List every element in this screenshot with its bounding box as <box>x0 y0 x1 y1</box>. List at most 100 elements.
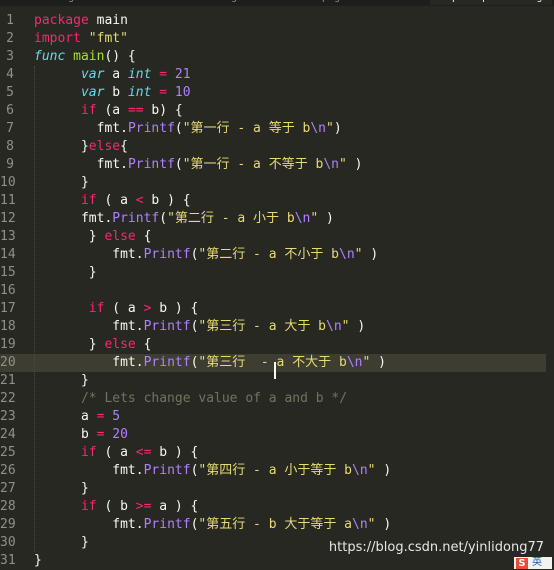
code-token: 5 <box>112 409 121 424</box>
ime-indicator[interactable]: S 英 <box>514 557 552 569</box>
code-token: Printf <box>112 211 160 226</box>
code-text: } <box>34 264 97 282</box>
code-line[interactable]: 28 if ( b >= a ) { <box>0 498 554 516</box>
code-token: = <box>159 85 168 100</box>
code-token: >= <box>135 499 152 514</box>
code-text: if ( a <= b ) { <box>34 444 198 462</box>
line-number: 4 <box>6 67 14 82</box>
line-number: 27 <box>0 481 16 496</box>
code-token: if <box>80 445 97 460</box>
code-token: fmt. <box>34 211 113 226</box>
code-line[interactable]: 18 fmt.Printf("第三行 - a 大于 b\n" ) <box>0 318 554 336</box>
code-line[interactable]: 6 if (a == b) { <box>0 102 554 120</box>
code-text: if ( a > b ) { <box>34 300 199 318</box>
code-token: int <box>127 67 152 82</box>
code-line[interactable]: 26 fmt.Printf("第四行 - a 小于等于 b\n" ) <box>0 462 554 480</box>
code-text: } <box>34 372 89 390</box>
code-text: func main() { <box>34 48 136 66</box>
tab-3[interactable]: loop.go <box>300 0 350 5</box>
code-line[interactable]: 12 fmt.Printf("第二行 - a 小于 b\n" ) <box>0 210 554 228</box>
code-line[interactable]: 8 }else{ <box>0 138 554 156</box>
line-number: 17 <box>0 301 16 316</box>
code-token: " <box>367 463 376 478</box>
code-line[interactable]: 5 var b int = 10 <box>0 84 554 102</box>
code-token: "第一行 - a 等于 b <box>182 121 311 136</box>
code-token: else <box>104 229 136 244</box>
code-token: } <box>34 337 105 352</box>
line-number: 15 <box>0 265 16 280</box>
code-token: Printf <box>127 157 175 172</box>
code-line[interactable]: 10 } <box>0 174 554 192</box>
code-text: fmt.Printf("第二行 - a 不小于 b\n" ) <box>34 246 378 264</box>
code-line[interactable]: 24 b = 20 <box>0 426 554 444</box>
code-line[interactable]: 22 /* Lets change value of a and b */ <box>0 390 554 408</box>
code-token: b) { <box>143 103 183 118</box>
code-token: Printf <box>143 517 191 532</box>
code-token: 10 <box>174 85 191 100</box>
text-cursor <box>274 362 276 379</box>
code-token: } <box>34 481 89 496</box>
code-line[interactable]: 14 fmt.Printf("第二行 - a 不小于 b\n" ) <box>0 246 554 264</box>
code-token: Printf <box>143 319 191 334</box>
code-token: b ) { <box>143 193 191 208</box>
code-token: \n <box>294 211 311 226</box>
code-line[interactable]: 21 } <box>0 372 554 390</box>
code-token: Printf <box>143 463 191 478</box>
tab-1[interactable]: if3.go <box>40 0 84 5</box>
code-token: \n <box>352 463 368 478</box>
code-line[interactable]: 11 if ( a < b ) { <box>0 192 554 210</box>
code-token: <= <box>135 445 152 460</box>
code-token: ( <box>174 121 183 136</box>
code-token: else <box>88 139 121 154</box>
code-line[interactable]: 20 fmt.Printf("第三行 - a 不大于 b\n" ) <box>0 354 554 372</box>
code-token: else <box>104 337 136 352</box>
code-line[interactable]: 2 import "fmt" <box>0 30 554 48</box>
code-token: package <box>34 13 89 28</box>
line-number: 10 <box>0 175 16 190</box>
code-token: /* Lets change value of a and b */ <box>80 391 348 406</box>
code-line[interactable]: 9 fmt.Printf("第一行 - a 不等于 b\n" ) <box>0 156 554 174</box>
code-line[interactable]: 4 var a int = 21 <box>0 66 554 84</box>
scrollbar[interactable] <box>546 12 554 552</box>
code-line[interactable]: 13 } else { <box>0 228 554 246</box>
code-line[interactable]: 16 <box>0 282 554 300</box>
code-text: if ( b >= a ) { <box>34 498 198 516</box>
code-token: 20 <box>112 427 128 442</box>
code-text: fmt.Printf("第一行 - a 等于 b\n") <box>34 120 342 138</box>
tab-2[interactable]: switch.go <box>185 0 247 5</box>
code-token: "第五行 - b 大于等于 a <box>198 517 353 532</box>
code-line[interactable]: 27 } <box>0 480 554 498</box>
code-text: fmt.Printf("第三行 - a 大于 b\n" ) <box>34 318 365 336</box>
code-token: " <box>341 319 350 334</box>
code-line[interactable]: 15 } <box>0 264 554 282</box>
code-line[interactable]: 3 func main() { <box>0 48 554 66</box>
code-line[interactable]: 17 if ( a > b ) { <box>0 300 554 318</box>
code-editor[interactable]: 1 package main 2 import "fmt" 3 func main() {… <box>0 12 554 569</box>
line-number: 22 <box>0 391 16 406</box>
code-line[interactable]: 19 } else { <box>0 336 554 354</box>
code-line[interactable]: 25 if ( a <= b ) { <box>0 444 554 462</box>
code-token: { <box>135 337 152 352</box>
code-text: /* Lets change value of a and b */ <box>34 390 347 408</box>
sogou-icon: S <box>516 558 528 569</box>
code-line[interactable]: 1 package main <box>0 12 554 30</box>
code-text: } <box>34 552 42 570</box>
tab-4[interactable]: compareOpsIntFmt.go <box>430 0 553 5</box>
code-token: b <box>34 427 97 442</box>
code-token: \n <box>310 121 327 136</box>
code-token: "第二行 - a 不小于 b <box>198 247 340 262</box>
code-line[interactable]: 23 a = 5 <box>0 408 554 426</box>
code-token: ) <box>346 157 363 172</box>
code-token: ) <box>375 463 392 478</box>
code-token: if <box>80 193 97 208</box>
code-token: func <box>34 49 66 64</box>
code-token: " <box>326 121 334 136</box>
code-token: 21 <box>174 67 191 82</box>
code-line[interactable]: 29 fmt.Printf("第五行 - b 大于等于 a\n" ) <box>0 516 554 534</box>
code-line[interactable]: 7 fmt.Printf("第一行 - a 等于 b\n") <box>0 120 554 138</box>
code-text: import "fmt" <box>34 30 128 48</box>
